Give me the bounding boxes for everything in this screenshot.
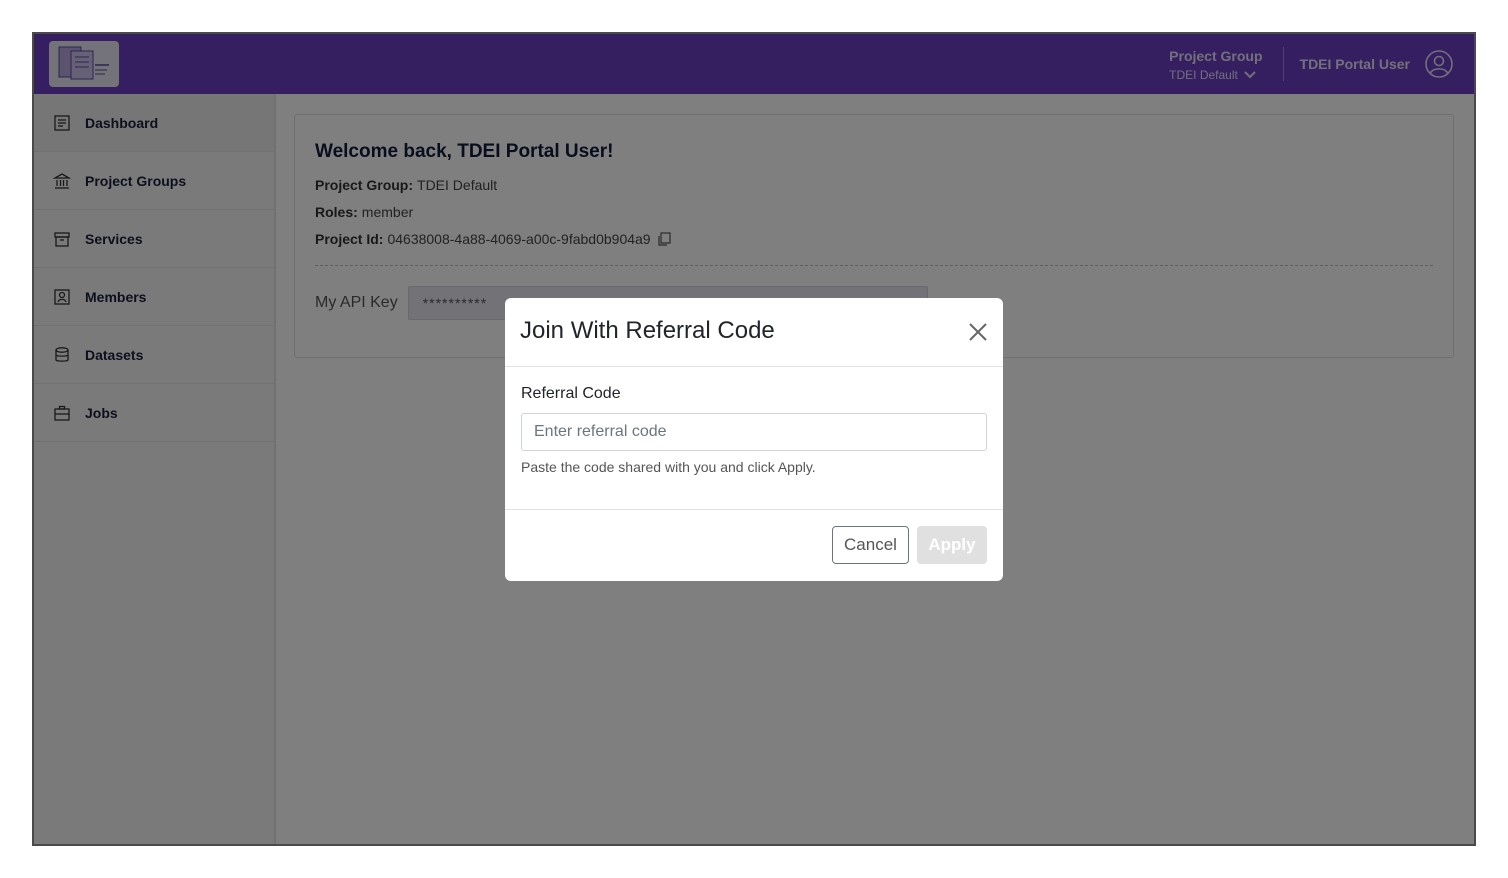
referral-code-input[interactable] — [521, 413, 987, 451]
modal-body: Referral Code Paste the code shared with… — [505, 367, 1003, 510]
modal-title: Join With Referral Code — [520, 317, 775, 344]
referral-code-label: Referral Code — [521, 385, 621, 402]
modal-footer: Cancel Apply — [505, 510, 1003, 580]
close-icon[interactable] — [967, 321, 989, 343]
apply-button[interactable]: Apply — [917, 526, 987, 564]
modal-header: Join With Referral Code — [505, 298, 1003, 367]
referral-code-hint: Paste the code shared with you and click… — [521, 459, 816, 475]
referral-code-modal: Join With Referral Code Referral Code Pa… — [505, 298, 1003, 581]
cancel-button[interactable]: Cancel — [832, 526, 909, 564]
